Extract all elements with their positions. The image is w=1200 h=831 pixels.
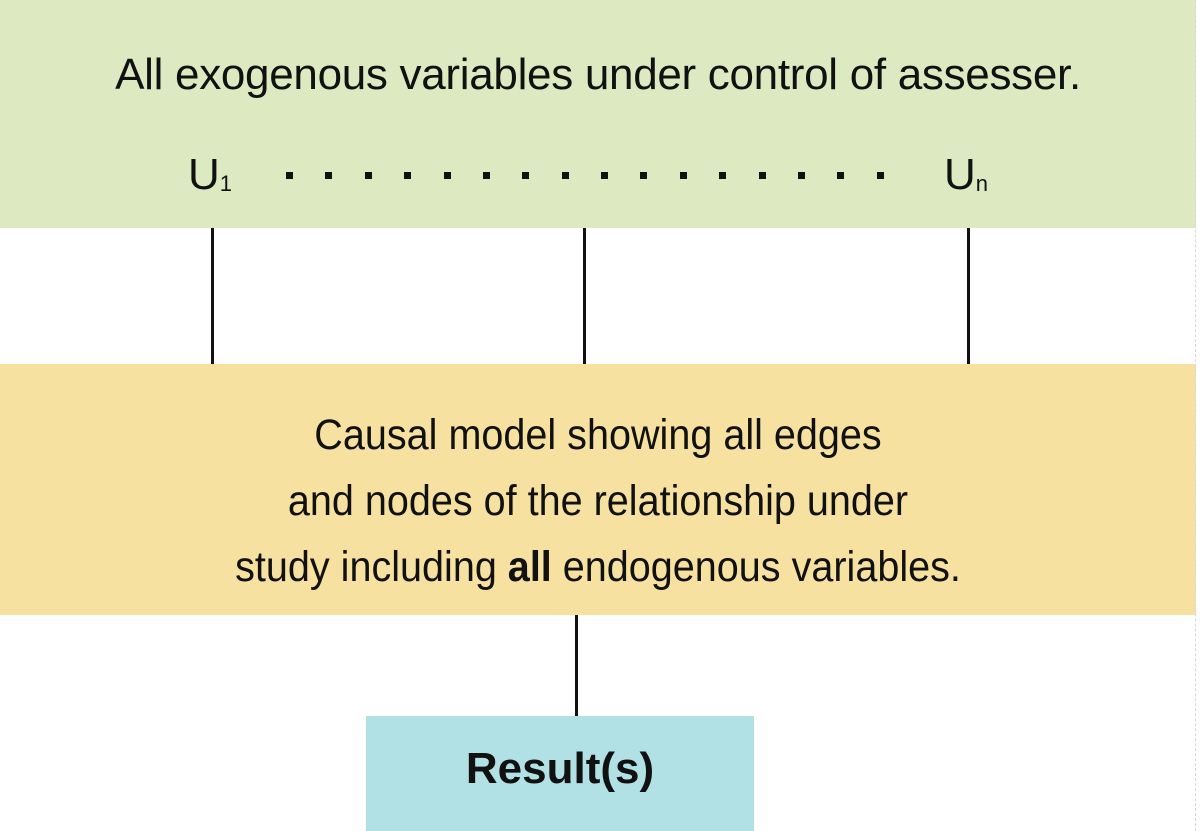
ellipsis-dot bbox=[482, 172, 490, 179]
right-edge-divider bbox=[1195, 0, 1200, 831]
edge-middle-to-model bbox=[583, 228, 586, 364]
ellipsis-dots bbox=[286, 172, 916, 182]
causal-model-line-3: study including all endogenous variables… bbox=[235, 543, 961, 591]
ellipsis-dot bbox=[286, 172, 293, 179]
exogenous-title: All exogenous variables under control of… bbox=[115, 50, 1081, 99]
ellipsis-dot bbox=[443, 172, 451, 179]
ellipsis-dot bbox=[561, 172, 569, 179]
causal-model-description: Causal model showing all edges and nodes… bbox=[48, 402, 1148, 600]
ellipsis-dot bbox=[797, 172, 805, 179]
ellipsis-dot bbox=[601, 172, 608, 179]
exogenous-variables-box: All exogenous variables under control of… bbox=[0, 0, 1196, 228]
ellipsis-dot bbox=[404, 172, 412, 179]
edge-un-to-model bbox=[967, 228, 970, 364]
ellipsis-dot bbox=[364, 172, 372, 179]
ellipsis-dot bbox=[679, 172, 687, 179]
ellipsis-dot bbox=[758, 172, 766, 179]
exogenous-variable-row: U1 Un bbox=[0, 150, 1196, 210]
ellipsis-dot bbox=[522, 172, 530, 179]
edge-u1-to-model bbox=[211, 228, 214, 364]
ellipsis-dot bbox=[325, 172, 333, 179]
result-box: Result(s) bbox=[366, 716, 754, 831]
causal-model-line-1: Causal model showing all edges bbox=[314, 411, 882, 459]
variable-u1: U1 bbox=[188, 150, 233, 199]
ellipsis-dot bbox=[837, 172, 845, 179]
emphasis-all: all bbox=[507, 543, 552, 591]
causal-model-line-2: and nodes of the relationship under bbox=[287, 477, 909, 525]
ellipsis-dot bbox=[876, 172, 884, 179]
result-label: Result(s) bbox=[465, 744, 655, 793]
variable-un: Un bbox=[944, 150, 989, 199]
edge-model-to-result bbox=[575, 615, 578, 716]
ellipsis-dot bbox=[640, 172, 648, 179]
ellipsis-dot bbox=[719, 172, 727, 179]
causal-model-box: Causal model showing all edges and nodes… bbox=[0, 364, 1196, 615]
